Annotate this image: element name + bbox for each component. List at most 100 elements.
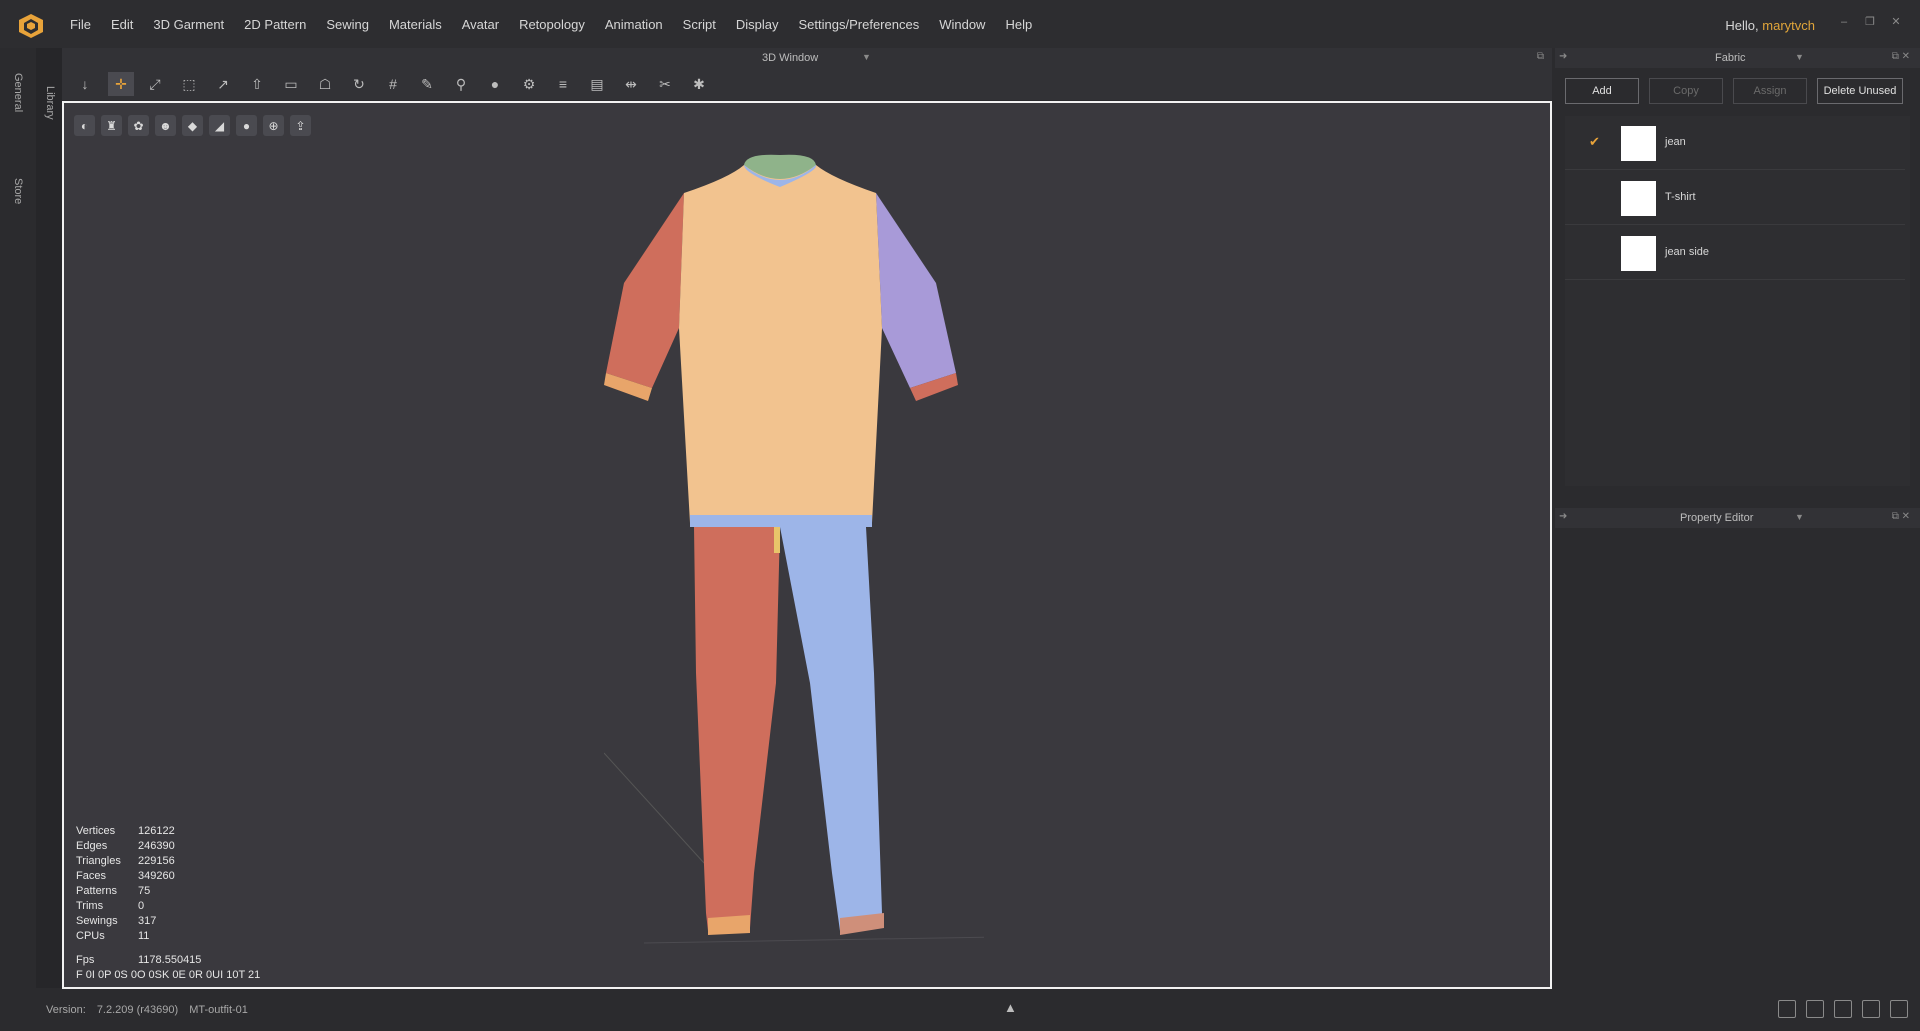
transform-icon[interactable]: ✛ [108,72,134,96]
texture-icon[interactable]: ✿ [128,115,149,136]
tack-icon[interactable]: ⚙ [516,72,542,96]
select-mesh-icon[interactable]: ⤢ [142,72,168,96]
library-tab-strip: Library [36,48,62,988]
garment-select-icon[interactable]: ⬚ [176,72,202,96]
garment-3d-model[interactable] [604,153,984,973]
stat-value: 75 [138,885,151,897]
fabric-name: jean side [1665,246,1710,258]
pants-right-leg [780,527,884,931]
menu-edit[interactable]: Edit [111,17,133,32]
property-editor-header: ➜ Property Editor ▼ ⧉ ✕ [1555,508,1920,528]
avatar-skin-icon[interactable]: ● [236,115,257,136]
pin-icon[interactable]: ➜ [1559,51,1567,62]
layout-split-icon[interactable] [1806,1000,1824,1018]
move-line-icon[interactable]: ↗ [210,72,236,96]
stat-label: Patterns [76,885,117,897]
fabric-item-jean[interactable]: ✔ jean [1565,116,1905,170]
rotate-icon[interactable]: ↻ [346,72,372,96]
shading-icon[interactable]: ◢ [209,115,230,136]
menu-display[interactable]: Display [736,17,779,32]
main-menu: File Edit 3D Garment 2D Pattern Sewing M… [70,0,1052,48]
layout-reset-icon[interactable] [1890,1000,1908,1018]
pin-icon[interactable]: ⚲ [448,72,474,96]
fabric-list: ✔ jean T-shirt jean side [1565,116,1910,486]
avatar-pose-icon[interactable]: ☖ [312,72,338,96]
fabric-actions: Add Copy Assign Delete Unused [1565,78,1903,104]
chevron-down-icon[interactable]: ▼ [862,52,871,62]
viewport-display-icons: ◐ ♜ ✿ ☻ ◆ ◢ ● ⊕ ⇪ [74,115,311,136]
stat-value: 0 [138,900,145,912]
tshirt-right-sleeve [876,193,956,388]
menu-settings-preferences[interactable]: Settings/Preferences [799,17,920,32]
menu-window[interactable]: Window [939,17,985,32]
timing-readout: F 0I 0P 0S 0O 0SK 0E 0R 0UI 10T 21 [76,969,261,981]
menu-script[interactable]: Script [683,17,716,32]
color-map-icon[interactable]: ◆ [182,115,203,136]
fabric-swatch [1621,236,1656,271]
username-link[interactable]: marytvch [1762,18,1815,33]
pin-icon[interactable]: ➜ [1559,511,1567,522]
measure-icon[interactable]: ≡ [550,72,576,96]
pose-icon[interactable]: ✱ [686,72,712,96]
assign-fabric-button[interactable]: Assign [1733,78,1807,104]
fabric-swatch [1621,181,1656,216]
fabric-item-tshirt[interactable]: T-shirt [1565,171,1905,225]
menu-file[interactable]: File [70,17,91,32]
menu-avatar[interactable]: Avatar [462,17,499,32]
copy-fabric-button[interactable]: Copy [1649,78,1723,104]
menu-sewing[interactable]: Sewing [326,17,369,32]
stat-row: CPUs 11 [76,929,175,944]
delete-unused-button[interactable]: Delete Unused [1817,78,1903,104]
select-box-icon[interactable]: ▭ [278,72,304,96]
point-icon[interactable]: ● [482,72,508,96]
panel-close-icon[interactable]: ⧉ ✕ [1892,51,1910,62]
menu-bar: File Edit 3D Garment 2D Pattern Sewing M… [0,0,1920,48]
export-icon[interactable]: ⇪ [290,115,311,136]
render-mode-icon[interactable]: ◐ [74,115,95,136]
fold-icon[interactable]: ⇧ [244,72,270,96]
stat-label: CPUs [76,930,105,942]
show-garment-icon[interactable]: ♜ [101,115,122,136]
restore-icon[interactable]: ❐ [1864,16,1876,28]
menu-animation[interactable]: Animation [605,17,663,32]
menu-retopology[interactable]: Retopology [519,17,585,32]
pants-left-leg [694,527,780,931]
menu-materials[interactable]: Materials [389,17,442,32]
window-controls: – ❐ ✕ [1838,16,1902,28]
fabric-name: jean [1665,136,1686,148]
close-icon[interactable]: ✕ [1890,16,1902,28]
triangle-up-icon[interactable]: ▲ [1004,1000,1017,1015]
ruler-icon[interactable]: ▤ [584,72,610,96]
stat-value: 229156 [138,855,175,867]
menu-3d-garment[interactable]: 3D Garment [153,17,224,32]
layout-three-icon[interactable] [1834,1000,1852,1018]
panel-close-icon[interactable]: ⧉ ✕ [1892,511,1910,522]
menu-help[interactable]: Help [1005,17,1032,32]
undock-icon[interactable]: ⧉ [1537,51,1544,62]
grid-icon[interactable]: # [380,72,406,96]
fabric-item-jean-side[interactable]: jean side [1565,226,1905,280]
fabric-name: T-shirt [1665,191,1696,203]
cut-icon[interactable]: ✂ [652,72,678,96]
environment-icon[interactable]: ⊕ [263,115,284,136]
layout-single-icon[interactable] [1778,1000,1796,1018]
chevron-down-icon[interactable]: ▼ [1795,512,1804,522]
3d-viewport[interactable]: ◐ ♜ ✿ ☻ ◆ ◢ ● ⊕ ⇪ Vertices 126122 Edges 24… [62,101,1552,989]
tab-library[interactable]: Library [44,86,56,120]
tab-general[interactable]: General [12,73,24,112]
minimize-icon[interactable]: – [1838,16,1850,28]
tab-store[interactable]: Store [12,178,24,204]
edit-sewing-icon[interactable]: ✎ [414,72,440,96]
stat-label: Sewings [76,915,118,927]
split-icon[interactable]: ⇹ [618,72,644,96]
menu-2d-pattern[interactable]: 2D Pattern [244,17,306,32]
select-mode-icon[interactable]: ↓ [72,72,98,96]
fps-label: Fps [76,954,95,966]
layout-quad-icon[interactable] [1862,1000,1880,1018]
show-avatar-icon[interactable]: ☻ [155,115,176,136]
chevron-down-icon[interactable]: ▼ [1795,52,1804,62]
app-logo-icon[interactable] [18,13,44,39]
stat-row: Patterns 75 [76,884,175,899]
add-fabric-button[interactable]: Add [1565,78,1639,104]
stat-label: Faces [76,870,106,882]
